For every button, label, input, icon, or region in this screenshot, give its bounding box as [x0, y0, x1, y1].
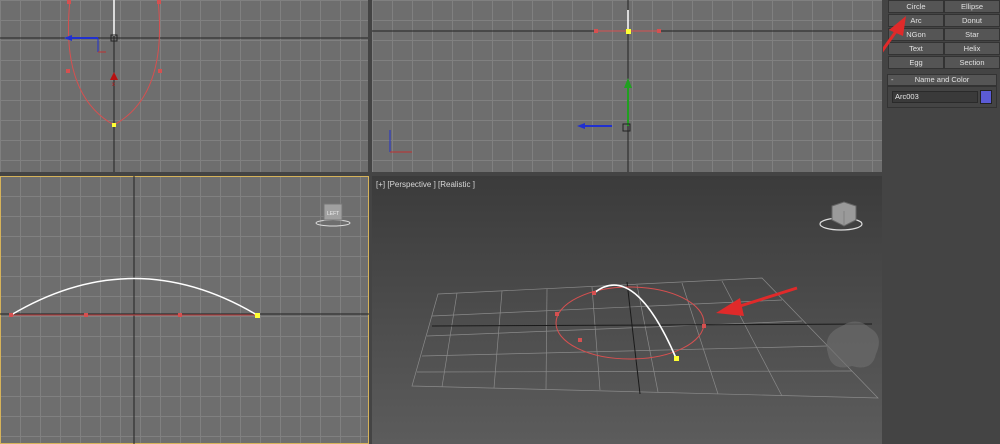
axis-x-arrowhead [64, 35, 72, 41]
command-panel: Circle Ellipse Arc Donut NGon Star Text … [883, 0, 1000, 444]
axis-y-arrowhead [624, 78, 632, 88]
vertex-marker-first [626, 29, 631, 34]
watermark-smudge [826, 321, 879, 368]
axis-y-letter: x [112, 82, 115, 88]
viewport-bottom-left-canvas: LEFT [0, 176, 369, 444]
axis-x-arrowhead [577, 123, 585, 129]
vertex-marker [555, 312, 559, 316]
annotation-arrow-icon [883, 16, 906, 53]
vertex-marker [67, 0, 71, 4]
vertex-marker [592, 291, 596, 295]
perspective-viewport-label[interactable]: [+] [Perspective ] [Realistic ] [376, 180, 475, 189]
viewport-perspective[interactable]: [+] [Perspective ] [Realistic ] [372, 176, 882, 444]
vertex-marker [657, 29, 661, 33]
viewport-top-right[interactable] [372, 0, 882, 172]
vertex-marker [157, 0, 161, 4]
perspective-grid [411, 277, 879, 399]
vertex-marker-first [255, 313, 260, 318]
axis-y-arrowhead [110, 72, 118, 80]
viewport-top-left-canvas: x [0, 0, 368, 172]
vertex-marker-first [674, 356, 679, 361]
vertex-marker [158, 69, 162, 73]
grid-axis-horizontal [431, 323, 873, 327]
viewport-perspective-canvas [411, 201, 879, 399]
annotation-arrow-overlay [883, 16, 906, 53]
grid-axis-vertical [626, 281, 641, 395]
viewcube-icon[interactable] [819, 201, 863, 231]
vertex-marker [702, 324, 706, 328]
circle-outline [555, 286, 705, 360]
vertex-marker [84, 313, 88, 317]
vertex-marker-first [112, 123, 116, 127]
vertex-marker [594, 29, 598, 33]
svg-text:LEFT: LEFT [327, 211, 339, 217]
viewport-bottom-left[interactable]: LEFT [0, 176, 369, 444]
vertex-marker [578, 338, 582, 342]
vertex-marker [178, 313, 182, 317]
vertex-marker [66, 69, 70, 73]
viewport-top-right-canvas [372, 0, 882, 172]
viewport-top-left[interactable]: x [0, 0, 368, 172]
viewcube-icon[interactable]: LEFT [315, 203, 351, 227]
vertex-marker [9, 313, 13, 317]
